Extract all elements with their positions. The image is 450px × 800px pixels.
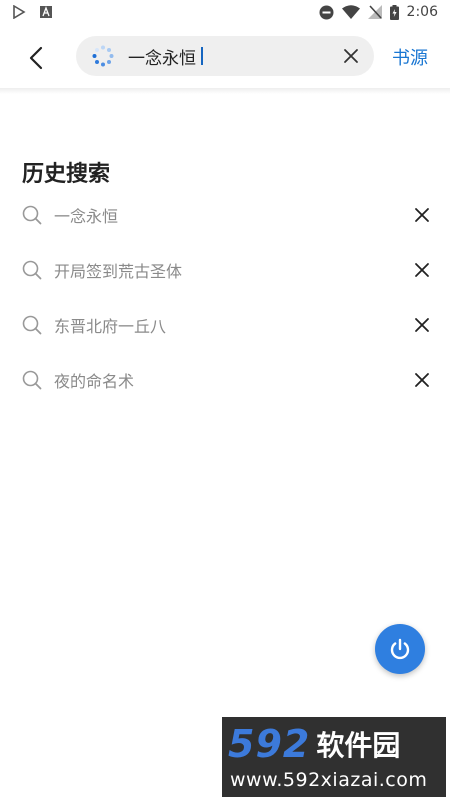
history-item-label: 夜的命名术 bbox=[54, 372, 135, 391]
loading-spinner-icon bbox=[92, 45, 114, 67]
history-item-label: 东晋北府一丘八 bbox=[54, 317, 167, 336]
watermark-brand-text: 软件园 bbox=[316, 729, 401, 762]
watermark-logo: 592 软件园 www.592xiazai.com bbox=[222, 717, 446, 797]
history-item[interactable]: 一念永恒 bbox=[0, 188, 450, 243]
remove-history-icon[interactable] bbox=[414, 372, 430, 388]
history-item[interactable]: 东晋北府一丘八 bbox=[0, 298, 450, 353]
wifi-icon bbox=[341, 5, 360, 19]
play-store-icon bbox=[13, 5, 26, 19]
history-item-label: 开局签到荒古圣体 bbox=[54, 262, 183, 281]
power-icon bbox=[390, 638, 410, 660]
no-signal-icon bbox=[367, 5, 382, 19]
status-time: 2:06 bbox=[406, 4, 438, 20]
book-source-button[interactable]: 书源 bbox=[392, 44, 428, 70]
history-list: 一念永恒 开局签到荒古圣体 东晋北府一丘八 夜的命名术 bbox=[0, 188, 450, 408]
history-item[interactable]: 夜的命名术 bbox=[0, 353, 450, 408]
watermark-digits: 592 bbox=[228, 722, 311, 766]
status-right: 2:06 bbox=[319, 4, 438, 20]
search-icon bbox=[22, 205, 42, 225]
watermark-url: www.592xiazai.com bbox=[230, 769, 428, 791]
status-left bbox=[12, 5, 52, 19]
text-cursor bbox=[201, 47, 203, 65]
status-bar: 2:06 bbox=[0, 0, 450, 24]
clear-search-icon[interactable] bbox=[342, 47, 360, 65]
back-button[interactable] bbox=[22, 44, 50, 72]
a-box-icon bbox=[40, 6, 52, 18]
do-not-disturb-icon bbox=[319, 5, 334, 19]
remove-history-icon[interactable] bbox=[414, 207, 430, 223]
header-shadow bbox=[0, 88, 450, 94]
chevron-left-icon bbox=[29, 46, 43, 70]
remove-history-icon[interactable] bbox=[414, 262, 430, 278]
search-icon bbox=[22, 260, 42, 280]
search-input[interactable] bbox=[128, 36, 328, 76]
power-button[interactable] bbox=[375, 624, 425, 674]
search-header: 书源 bbox=[0, 24, 450, 88]
remove-history-icon[interactable] bbox=[414, 317, 430, 333]
search-icon bbox=[22, 315, 42, 335]
search-box[interactable] bbox=[76, 36, 374, 76]
history-title: 历史搜索 bbox=[22, 162, 111, 187]
watermark-brand: 592 软件园 bbox=[228, 722, 440, 766]
history-item-label: 一念永恒 bbox=[54, 207, 119, 226]
battery-charging-icon bbox=[389, 4, 399, 20]
search-icon bbox=[22, 370, 42, 390]
history-item[interactable]: 开局签到荒古圣体 bbox=[0, 243, 450, 298]
